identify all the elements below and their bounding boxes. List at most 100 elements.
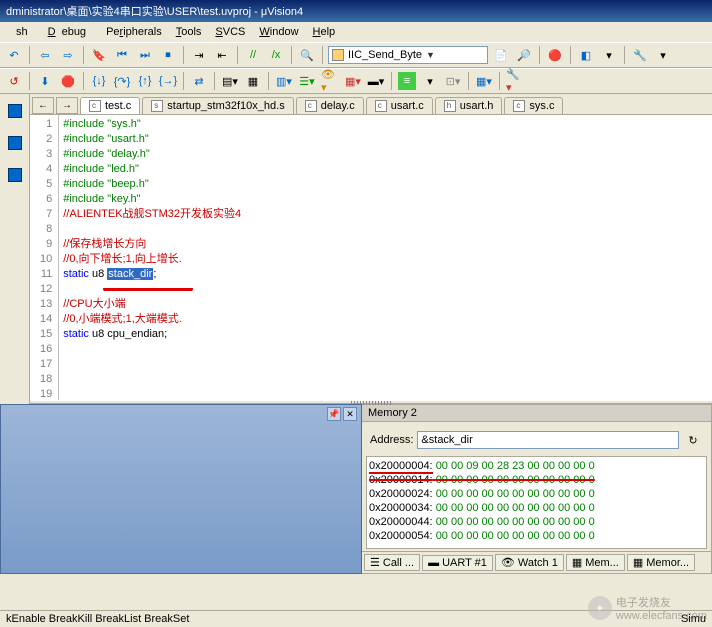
- line-gutter: 1234567891011121314151617181920: [30, 115, 59, 400]
- uncomment-icon[interactable]: /x: [266, 45, 286, 65]
- menu-svcs[interactable]: SVCS: [209, 24, 251, 40]
- stack-icon: ☰: [370, 556, 380, 569]
- bookmark-prev-icon[interactable]: ⏮: [112, 45, 132, 65]
- function-icon: [332, 49, 344, 61]
- marker-icon[interactable]: [8, 104, 22, 118]
- status-left: kEnable BreakKill BreakList BreakSet: [6, 613, 189, 625]
- register-icon[interactable]: ▥▾: [274, 71, 294, 91]
- menu-window[interactable]: Window: [253, 24, 304, 40]
- symbol-value: IIC_Send_Byte: [348, 49, 422, 61]
- config-icon[interactable]: 🔧: [630, 45, 650, 65]
- address-input[interactable]: [417, 431, 679, 449]
- window2-icon[interactable]: ▾: [599, 45, 619, 65]
- back-icon[interactable]: ⇦: [35, 45, 55, 65]
- outdent-icon[interactable]: ⇤: [212, 45, 232, 65]
- code-content[interactable]: #include "sys.h"#include "usart.h"#inclu…: [59, 115, 277, 400]
- tab-memory[interactable]: ▦Mem...: [566, 554, 625, 571]
- command-window[interactable]: 📌 ✕: [0, 404, 362, 574]
- analyzer-drop-icon[interactable]: ▾: [420, 71, 440, 91]
- run-icon[interactable]: ⬇: [35, 71, 55, 91]
- toolbox-icon[interactable]: 🔧▾: [505, 71, 525, 91]
- c-file-icon: [375, 100, 387, 112]
- tab-usart-h[interactable]: usart.h: [435, 97, 503, 114]
- system-icon[interactable]: ▦▾: [474, 71, 494, 91]
- tab-callstack[interactable]: ☰Call ...: [364, 554, 420, 571]
- disasm-icon[interactable]: ▦: [243, 71, 263, 91]
- reset-icon[interactable]: ↺: [4, 71, 24, 91]
- watch-icon[interactable]: 👁▾: [320, 71, 340, 91]
- separator: [183, 46, 184, 64]
- tab-test-c[interactable]: test.c: [80, 97, 140, 115]
- menu-peripherals[interactable]: Peripherals: [100, 24, 168, 40]
- debug-icon[interactable]: 🔴: [545, 45, 565, 65]
- config-drop-icon[interactable]: ▾: [653, 45, 673, 65]
- bookmark-clear-icon[interactable]: ⏹: [158, 45, 178, 65]
- step-over-icon[interactable]: {↷}: [112, 71, 132, 91]
- tab-nav-prev[interactable]: ←: [32, 97, 54, 114]
- toolbar-1: ↶ ⇦ ⇨ 🔖 ⏮ ⏭ ⏹ ⇥ ⇤ // /x 🔍 IIC_Send_Byte …: [0, 42, 712, 68]
- memory-icon: ▦: [572, 556, 582, 569]
- indent-icon[interactable]: ⇥: [189, 45, 209, 65]
- tab-delay-c[interactable]: delay.c: [296, 97, 364, 114]
- separator: [237, 46, 238, 64]
- tab-sys-c[interactable]: sys.c: [504, 97, 563, 114]
- editor-area: ← → test.c startup_stm32f10x_hd.s delay.…: [30, 94, 712, 404]
- c-file-icon: [305, 100, 317, 112]
- undo-icon[interactable]: ↶: [4, 45, 24, 65]
- tab-label: startup_stm32f10x_hd.s: [167, 100, 284, 112]
- menu-debug[interactable]: Debug: [42, 24, 98, 40]
- cmd-window-icon[interactable]: ▤▾: [220, 71, 240, 91]
- separator: [539, 46, 540, 64]
- callstack-icon[interactable]: ☰▾: [297, 71, 317, 91]
- memory-refresh-icon[interactable]: ↻: [683, 430, 703, 450]
- forward-icon[interactable]: ⇨: [58, 45, 78, 65]
- step-out-icon[interactable]: {↑}: [135, 71, 155, 91]
- separator: [268, 72, 269, 90]
- close-icon[interactable]: ✕: [343, 407, 357, 421]
- code-editor[interactable]: 1234567891011121314151617181920 #include…: [30, 115, 712, 400]
- trace-icon[interactable]: ⊡▾: [443, 71, 463, 91]
- step-icon[interactable]: {↓}: [89, 71, 109, 91]
- menu-tools[interactable]: Tools: [170, 24, 208, 40]
- tab-label: Call ...: [383, 557, 414, 569]
- window-icon[interactable]: ◧: [576, 45, 596, 65]
- separator: [468, 72, 469, 90]
- watermark-site: www.elecfans.com: [616, 610, 707, 622]
- c-file-icon: [513, 100, 525, 112]
- memory-window: Memory 2 Address: ↻ 0x20000004: 00 00 09…: [362, 404, 712, 574]
- watch-icon: 👁: [501, 556, 515, 569]
- analyzer-green-icon[interactable]: ≡: [397, 71, 417, 91]
- stop-icon[interactable]: 🛑: [58, 71, 78, 91]
- symbol-combo[interactable]: IIC_Send_Byte ▼: [328, 46, 488, 64]
- marker-icon[interactable]: [8, 136, 22, 150]
- menu-help[interactable]: Help: [307, 24, 342, 40]
- bookmark-next-icon[interactable]: ⏭: [135, 45, 155, 65]
- tab-nav-next[interactable]: →: [56, 97, 78, 114]
- find-icon[interactable]: 🔍: [297, 45, 317, 65]
- memory-address-row: Address: ↻: [362, 422, 711, 454]
- separator: [214, 72, 215, 90]
- memory-hex-view[interactable]: 0x20000004: 00 00 09 00 28 23 00 00 00 0…: [366, 456, 707, 549]
- tab-usart-c[interactable]: usart.c: [366, 97, 433, 114]
- marker-icon[interactable]: [8, 168, 22, 182]
- tab-startup[interactable]: startup_stm32f10x_hd.s: [142, 97, 293, 114]
- search-icon[interactable]: 🔎: [514, 45, 534, 65]
- comment-icon[interactable]: //: [243, 45, 263, 65]
- run-to-icon[interactable]: {→}: [158, 71, 178, 91]
- show-code-icon[interactable]: ⇄: [189, 71, 209, 91]
- memory-icon[interactable]: ▦▾: [343, 71, 363, 91]
- pin-icon[interactable]: 📌: [327, 407, 341, 421]
- tab-uart[interactable]: ▬UART #1: [422, 555, 493, 571]
- serial-icon[interactable]: ▬▾: [366, 71, 386, 91]
- bottom-panes: 📌 ✕ Memory 2 Address: ↻ 0x20000004: 00 0…: [0, 404, 712, 574]
- menu-bar: sh Debug Peripherals Tools SVCS Window H…: [0, 22, 712, 42]
- separator: [83, 72, 84, 90]
- find-in-files-icon[interactable]: 📄: [491, 45, 511, 65]
- tab-memory2[interactable]: ▦Memor...: [627, 554, 695, 571]
- menu-flash[interactable]: sh: [4, 24, 40, 40]
- bookmark-icon[interactable]: 🔖: [89, 45, 109, 65]
- s-file-icon: [151, 100, 163, 112]
- tab-watch[interactable]: 👁Watch 1: [495, 554, 564, 571]
- watermark-logo-icon: ✦: [588, 596, 612, 620]
- chevron-down-icon: ▼: [426, 50, 435, 60]
